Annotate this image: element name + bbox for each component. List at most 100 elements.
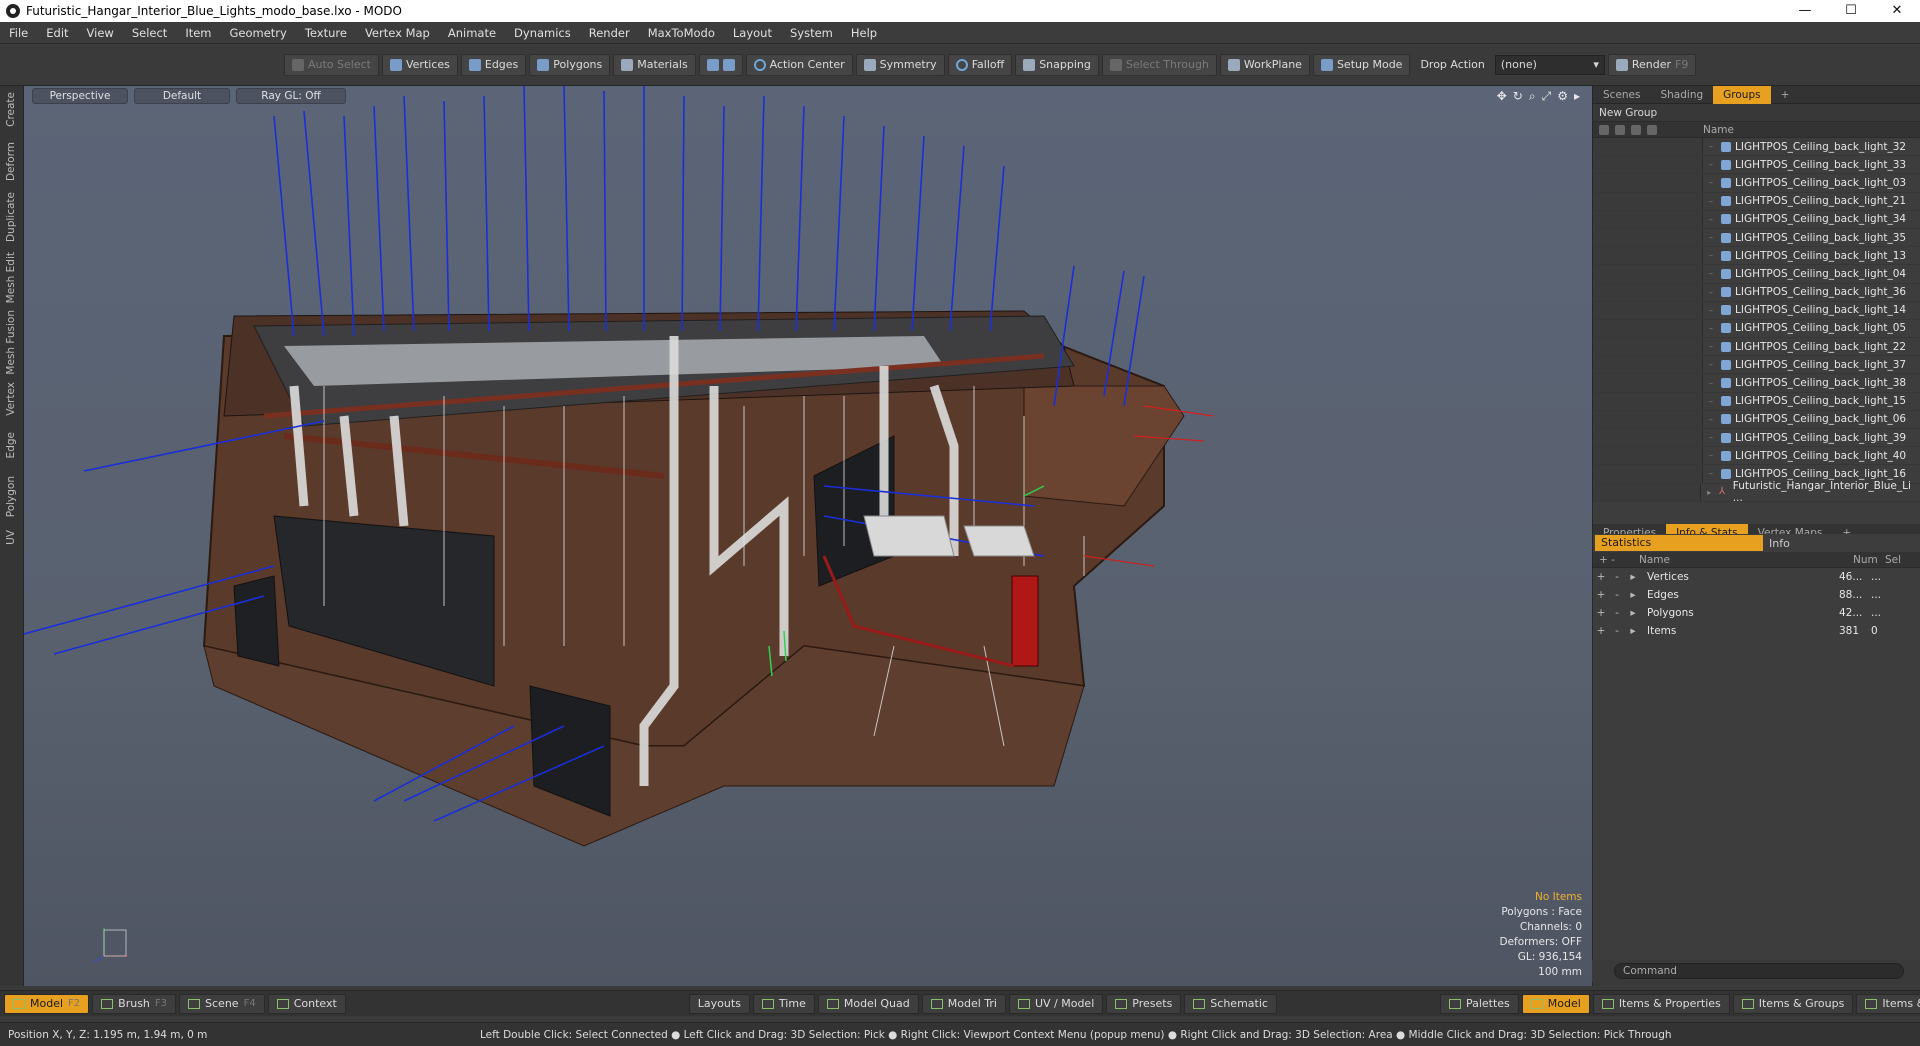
select-toggle-icon[interactable] xyxy=(1647,124,1657,135)
list-item[interactable]: – LIGHTPOS_Ceiling_back_light_04 xyxy=(1593,265,1920,284)
layouts-button[interactable]: Layouts xyxy=(688,993,750,1014)
expand-arrow-icon[interactable]: ▸ xyxy=(1625,625,1641,637)
menu-vertex-map[interactable]: Vertex Map xyxy=(356,22,439,44)
menu-help[interactable]: Help xyxy=(842,22,886,44)
tab-mesh-edit[interactable]: Mesh Edit xyxy=(5,252,17,303)
time-button[interactable]: Time xyxy=(752,993,815,1014)
list-item[interactable]: – LIGHTPOS_Ceiling_back_light_05 xyxy=(1593,319,1920,339)
layout-model-button[interactable]: Model F2 xyxy=(4,993,90,1014)
expand-plus-icon[interactable]: + xyxy=(1593,589,1609,601)
tab-deform[interactable]: Deform xyxy=(5,142,17,181)
list-item[interactable]: – LIGHTPOS_Ceiling_back_light_33 xyxy=(1593,156,1920,175)
new-group-button[interactable]: New Group xyxy=(1593,104,1920,122)
menu-edit[interactable]: Edit xyxy=(37,22,77,44)
auto-select-button[interactable]: Auto Select xyxy=(284,53,379,76)
list-item[interactable]: – LIGHTPOS_Ceiling_back_light_40 xyxy=(1593,447,1920,466)
expand-plus-icon[interactable]: + xyxy=(1593,625,1609,637)
list-item[interactable]: – LIGHTPOS_Ceiling_back_light_21 xyxy=(1593,192,1920,211)
stat-row[interactable]: + - ▸ Edges 88...... xyxy=(1593,586,1920,604)
list-item[interactable]: – LIGHTPOS_Ceiling_back_light_39 xyxy=(1593,429,1920,448)
menu-maxtomodo[interactable]: MaxToModo xyxy=(639,22,724,44)
snapping-button[interactable]: Snapping xyxy=(1015,53,1099,76)
layout-brush-button[interactable]: Brush F3 xyxy=(92,993,177,1014)
list-item[interactable]: – LIGHTPOS_Ceiling_back_light_32 xyxy=(1593,138,1920,157)
menu-texture[interactable]: Texture xyxy=(296,22,356,44)
vertices-button[interactable]: Vertices xyxy=(381,53,458,76)
model-quad-button[interactable]: Model Quad xyxy=(817,993,919,1014)
close-icon[interactable]: ✕ xyxy=(1874,0,1920,22)
drop-action-select[interactable]: (none) ▾ xyxy=(1494,54,1605,75)
tab-polygon[interactable]: Polygon xyxy=(5,476,17,517)
materials-button[interactable]: Materials xyxy=(613,53,696,76)
items-groups-button[interactable]: Items & Groups xyxy=(1732,993,1854,1014)
schematic-button[interactable]: Schematic xyxy=(1184,993,1277,1014)
uv-model-button[interactable]: UV / Model xyxy=(1008,993,1104,1014)
stat-row[interactable]: + - ▸ Vertices 46...... xyxy=(1593,568,1920,586)
menu-animate[interactable]: Animate xyxy=(439,22,505,44)
expand-plus-icon[interactable]: + xyxy=(1593,607,1609,619)
list-item[interactable]: – LIGHTPOS_Ceiling_back_light_03 xyxy=(1593,174,1920,193)
expand-arrow-icon[interactable]: ▸ xyxy=(1625,589,1641,601)
menu-view[interactable]: View xyxy=(78,22,123,44)
collapse-minus-icon[interactable]: - xyxy=(1609,571,1625,583)
menu-file[interactable]: File xyxy=(0,22,37,44)
layout-context-button[interactable]: Context xyxy=(267,993,346,1014)
eye-icon[interactable] xyxy=(1599,124,1609,135)
falloff-button[interactable]: Falloff xyxy=(947,53,1013,76)
tab-mesh-fusion[interactable]: Mesh Fusion xyxy=(5,310,17,375)
stat-row[interactable]: + - ▸ Items 381 0 xyxy=(1593,622,1920,640)
3d-viewport[interactable]: Perspective Default Ray GL: Off ✥ ↻ ⌕ ⤢ … xyxy=(24,86,1592,986)
tab-scenes[interactable]: Scenes xyxy=(1593,86,1650,104)
render-toggle-icon[interactable] xyxy=(1631,124,1641,135)
list-item[interactable]: ▸ ⅄ Futuristic_Hangar_Interior_Blue_Li .… xyxy=(1593,480,1920,504)
list-item[interactable]: – LIGHTPOS_Ceiling_back_light_13 xyxy=(1593,247,1920,266)
tab-groups[interactable]: Groups xyxy=(1713,85,1771,104)
collapse-minus-icon[interactable]: - xyxy=(1609,589,1625,601)
menu-render[interactable]: Render xyxy=(580,22,639,44)
collapse-minus-icon[interactable]: - xyxy=(1609,607,1625,619)
list-item[interactable]: – LIGHTPOS_Ceiling_back_light_38 xyxy=(1593,374,1920,393)
tab-shading[interactable]: Shading xyxy=(1650,86,1713,104)
model-tab-button[interactable]: Model xyxy=(1521,993,1590,1014)
items-properties-button[interactable]: Items & Properties xyxy=(1592,993,1730,1014)
list-item[interactable]: – LIGHTPOS_Ceiling_back_light_14 xyxy=(1593,301,1920,320)
menu-item[interactable]: Item xyxy=(176,22,220,44)
minimize-icon[interactable]: — xyxy=(1782,0,1828,22)
menu-geometry[interactable]: Geometry xyxy=(221,22,296,44)
tab-edge[interactable]: Edge xyxy=(5,432,17,458)
expand-arrow-icon[interactable]: ▸ xyxy=(1625,607,1641,619)
tab-uv[interactable]: UV xyxy=(5,530,17,545)
layout-scene-button[interactable]: Scene F4 xyxy=(179,993,265,1014)
tab-duplicate[interactable]: Duplicate xyxy=(5,192,17,242)
tab-info[interactable]: Info xyxy=(1763,537,1790,550)
list-item[interactable]: – LIGHTPOS_Ceiling_back_light_15 xyxy=(1593,392,1920,411)
menu-layout[interactable]: Layout xyxy=(724,22,781,44)
render-button[interactable]: Render F9 xyxy=(1607,53,1697,76)
command-input[interactable]: Command xyxy=(1614,963,1904,979)
expand-plus-icon[interactable]: + xyxy=(1593,571,1609,583)
list-item[interactable]: – LIGHTPOS_Ceiling_back_light_06 xyxy=(1593,410,1920,429)
edges-button[interactable]: Edges xyxy=(460,53,527,76)
tab-vertex[interactable]: Vertex xyxy=(5,382,17,416)
lock-icon[interactable] xyxy=(1615,124,1625,135)
menu-select[interactable]: Select xyxy=(123,22,176,44)
tab-statistics[interactable]: Statistics xyxy=(1595,535,1763,551)
setup-mode-button[interactable]: Setup Mode xyxy=(1312,53,1411,76)
palettes-button[interactable]: Palettes xyxy=(1439,993,1519,1014)
menu-dynamics[interactable]: Dynamics xyxy=(505,22,580,44)
list-item[interactable]: – LIGHTPOS_Ceiling_back_light_36 xyxy=(1593,283,1920,302)
list-item[interactable]: – LIGHTPOS_Ceiling_back_light_35 xyxy=(1593,228,1920,248)
list-item[interactable]: – LIGHTPOS_Ceiling_back_light_22 xyxy=(1593,338,1920,357)
list-item[interactable]: – LIGHTPOS_Ceiling_back_light_34 xyxy=(1593,210,1920,229)
select-through-button[interactable]: Select Through xyxy=(1101,53,1217,76)
stat-row[interactable]: + - ▸ Polygons 42...... xyxy=(1593,604,1920,622)
polygons-button[interactable]: Polygons xyxy=(529,53,611,76)
menu-system[interactable]: System xyxy=(781,22,842,44)
presets-button[interactable]: Presets xyxy=(1106,993,1182,1014)
add-tab-icon[interactable]: + xyxy=(1771,86,1800,104)
tab-create[interactable]: Create xyxy=(5,92,17,127)
workplane-button[interactable]: WorkPlane xyxy=(1219,53,1310,76)
maximize-icon[interactable]: ☐ xyxy=(1828,0,1874,22)
list-item[interactable]: – LIGHTPOS_Ceiling_back_light_37 xyxy=(1593,356,1920,375)
symmetry-button[interactable]: Symmetry xyxy=(855,53,945,76)
